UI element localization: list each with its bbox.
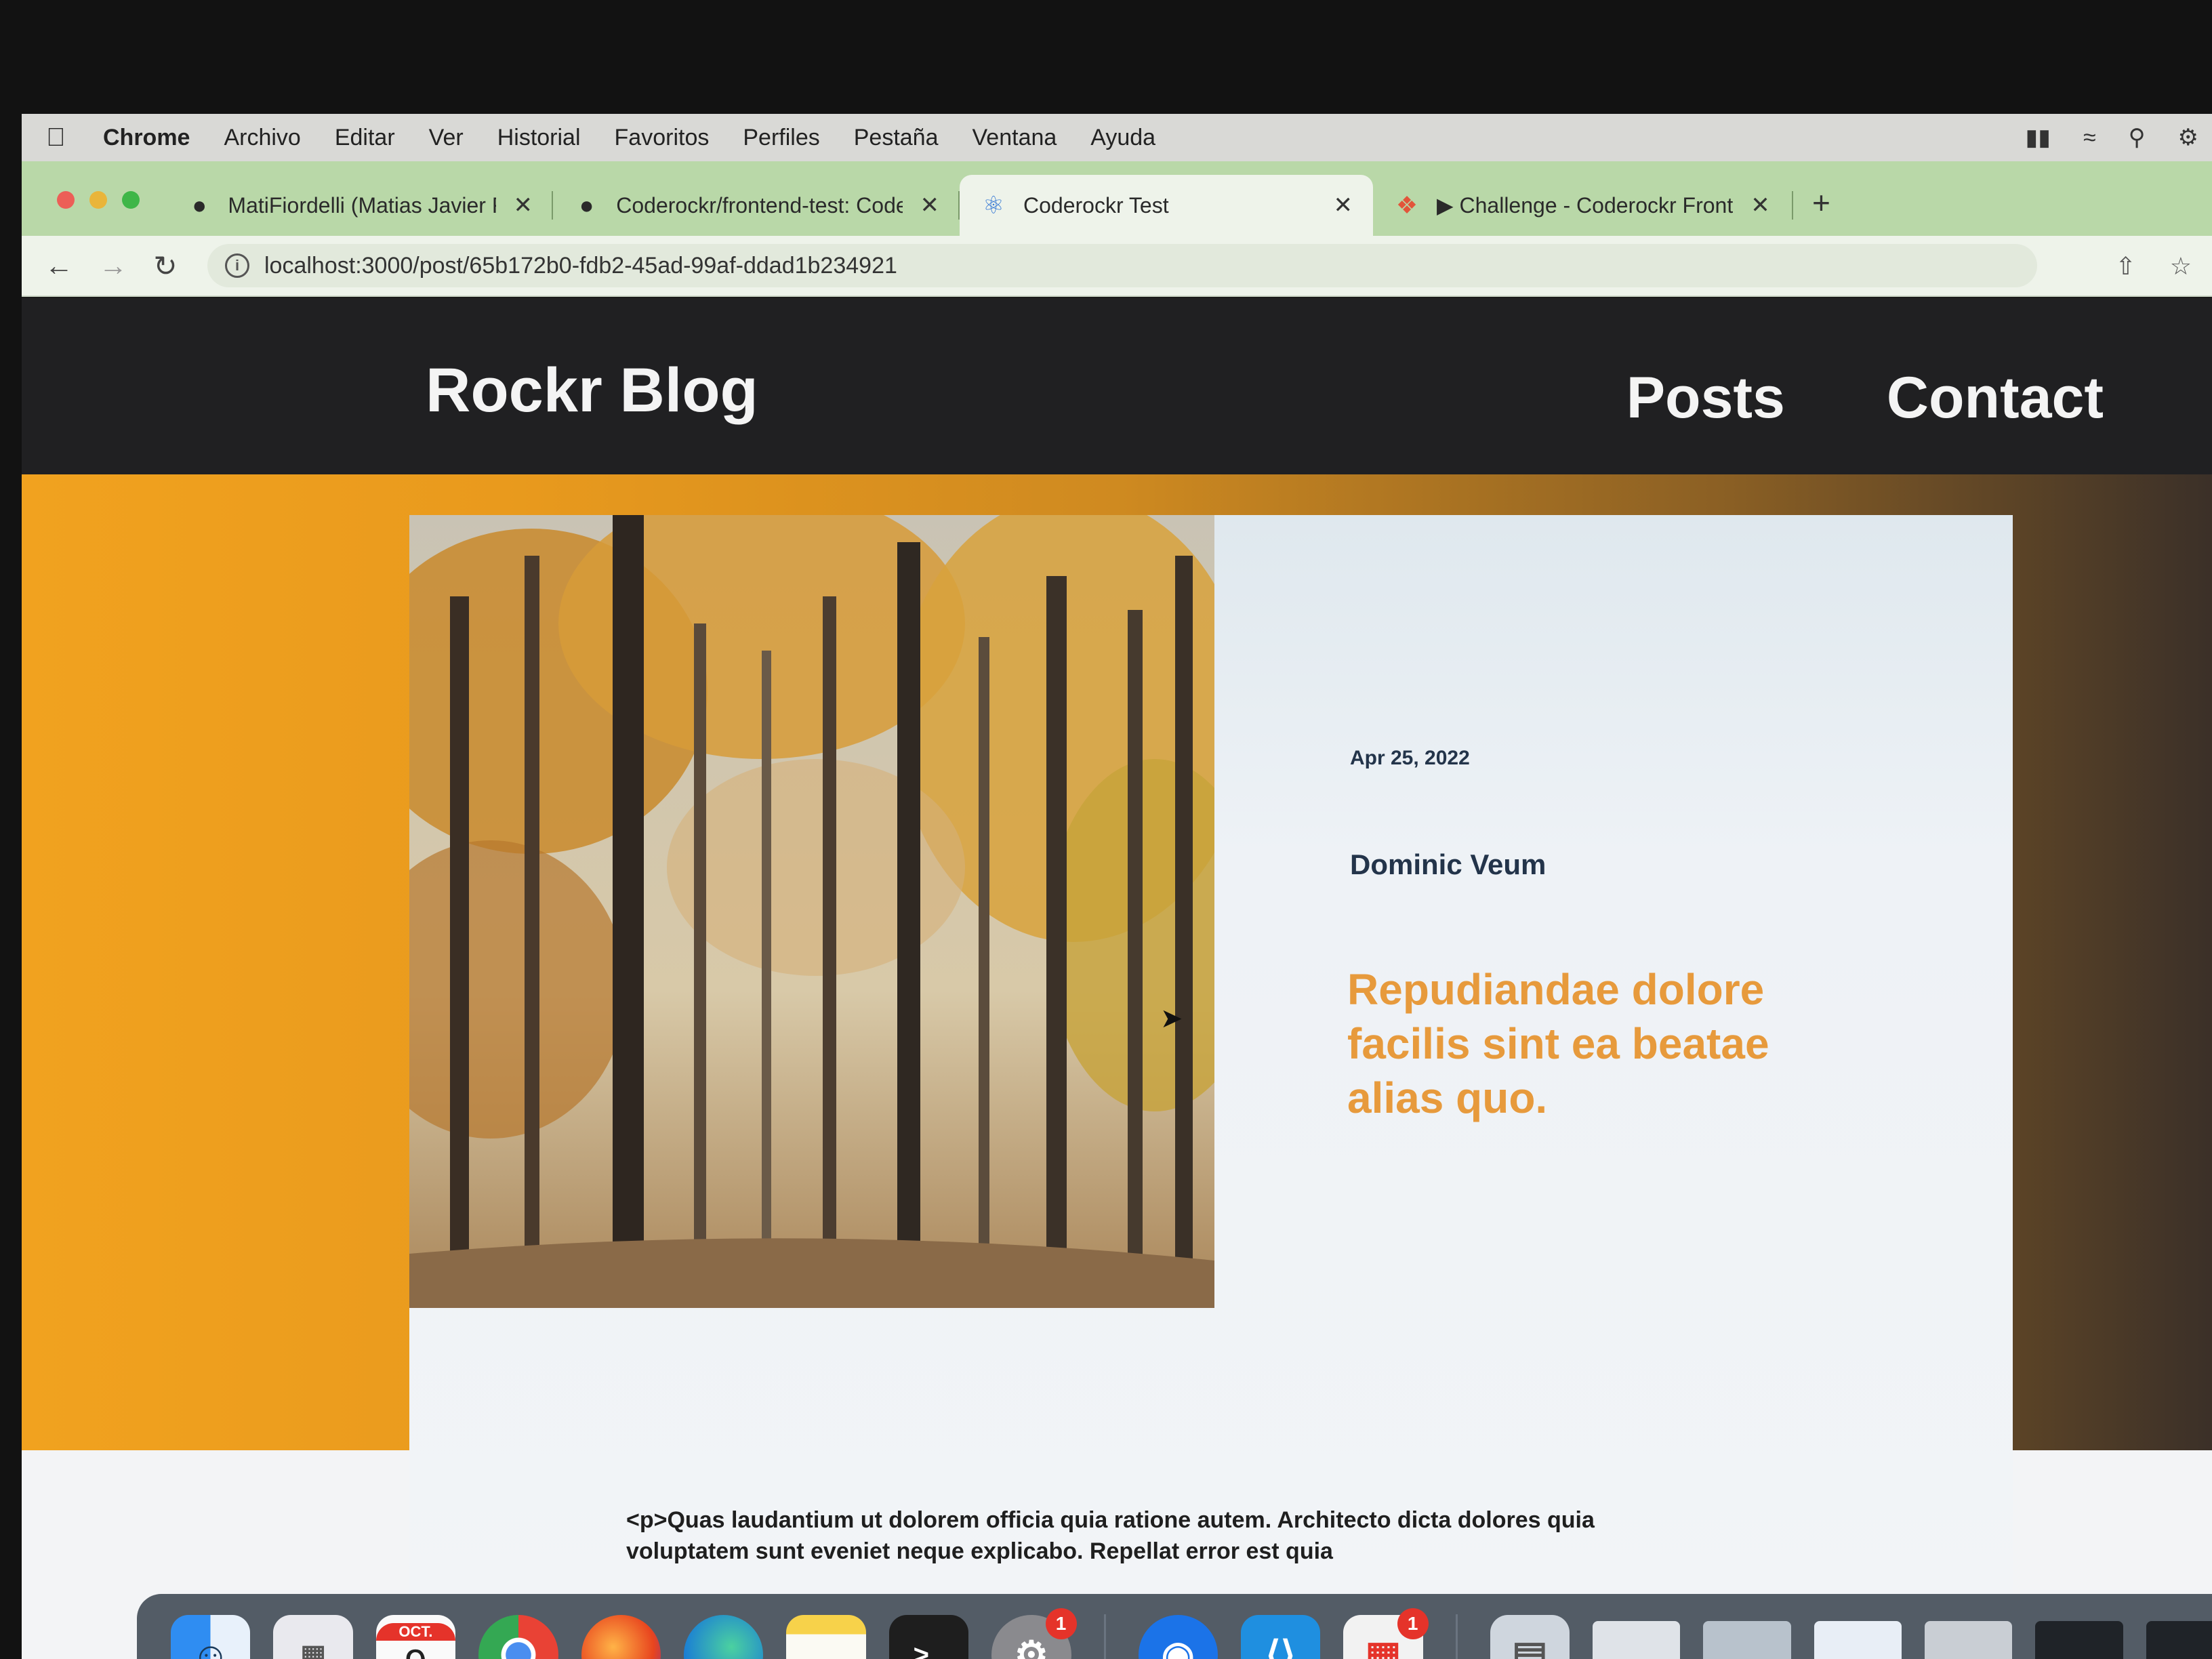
close-window-button[interactable] <box>57 191 75 209</box>
notes-icon[interactable] <box>786 1615 866 1659</box>
tab-label: MatiFiordelli (Matias Javier Fio <box>228 192 496 218</box>
calendar-icon[interactable]: OCT. 9 <box>375 1615 456 1659</box>
node-window-thumbnail[interactable]: node <box>2146 1621 2212 1659</box>
window-controls <box>22 191 167 236</box>
control-center-icon[interactable]: ⚙ <box>2178 124 2198 151</box>
reload-icon[interactable]: ↻ <box>153 249 178 283</box>
apple-icon[interactable]:  <box>46 123 73 152</box>
forest-image <box>409 515 1214 1308</box>
dock-divider <box>1455 1614 1458 1659</box>
system-settings-icon[interactable]: ⚙ 1 <box>991 1608 1077 1659</box>
menu-favoritos[interactable]: Favoritos <box>615 125 710 151</box>
forward-arrow-icon[interactable]: → <box>99 249 127 282</box>
post-date: Apr 25, 2022 <box>1350 747 1470 769</box>
tab-coderockr-test[interactable]: ⚛ Coderockr Test ✕ <box>960 175 1373 236</box>
battery-icon[interactable]: ▮▮ <box>2026 124 2051 151</box>
notification-badge: 1 <box>1397 1608 1429 1639</box>
wifi-icon[interactable]: ≈ <box>2083 125 2096 151</box>
calendar-month: OCT. <box>375 1622 456 1641</box>
window-thumbnail[interactable] <box>1814 1621 1902 1659</box>
tab-figma-challenge[interactable]: ❖ ▶ Challenge - Coderockr Front ✕ <box>1373 175 1793 236</box>
menu-historial[interactable]: Historial <box>497 125 581 151</box>
tab-github-repo[interactable]: ● Coderockr/frontend-test: Code ✕ <box>553 175 960 236</box>
post-card: Apr 25, 2022 Dominic Veum Repudiandae do… <box>409 515 2013 1659</box>
bookmark-star-icon[interactable]: ☆ <box>2170 252 2192 281</box>
tab-label: ▶ Challenge - Coderockr Front <box>1437 193 1734 218</box>
github-icon: ● <box>579 191 594 219</box>
url-text: localhost:3000/post/65b172b0-fdb2-45ad-9… <box>264 252 897 279</box>
launchpad-icon[interactable]: ▦ <box>273 1615 353 1659</box>
menu-ayuda[interactable]: Ayuda <box>1090 125 1155 151</box>
tab-strip: ● MatiFiordelli (Matias Javier Fio ✕ ● C… <box>22 161 2212 236</box>
address-bar[interactable]: i localhost:3000/post/65b172b0-fdb2-45ad… <box>207 244 2037 287</box>
back-arrow-icon[interactable]: ← <box>45 249 73 282</box>
nav-contact-link[interactable]: Contact <box>1887 365 2104 432</box>
vscode-icon[interactable]: ⟨⟩ <box>1240 1615 1321 1659</box>
site-header: Rockr Blog Posts Contact <box>22 298 2212 474</box>
status-icons: ▮▮ ≈ ⚲ ⚙ <box>2026 114 2198 161</box>
spotlight-search-icon[interactable]: ⚲ <box>2129 124 2146 151</box>
close-icon[interactable]: ✕ <box>514 192 533 219</box>
post-author: Dominic Veum <box>1350 848 1547 880</box>
close-icon[interactable]: ✕ <box>1334 192 1353 219</box>
zoom-window-button[interactable] <box>122 191 140 209</box>
close-icon[interactable]: ✕ <box>1750 192 1770 219</box>
calendar-day: 9 <box>405 1641 427 1659</box>
terminal-icon[interactable]: >_ <box>888 1615 969 1659</box>
downloads-folder-icon[interactable]: ▤ <box>1490 1615 1570 1659</box>
dock-divider <box>1103 1614 1106 1659</box>
screen:  Chrome Archivo Editar Ver Historial Fa… <box>22 114 2212 1659</box>
finder-icon[interactable]: ☺ <box>171 1615 251 1659</box>
site-logo[interactable]: Rockr Blog <box>426 355 758 426</box>
window-thumbnail[interactable] <box>1593 1621 1681 1659</box>
window-thumbnail[interactable] <box>2035 1621 2123 1659</box>
post-image <box>409 515 1214 1308</box>
tab-github-profile[interactable]: ● MatiFiordelli (Matias Javier Fio ✕ <box>167 175 553 236</box>
new-tab-button[interactable]: + <box>1793 184 1830 236</box>
nav-posts-link[interactable]: Posts <box>1626 365 1785 432</box>
github-icon: ● <box>192 191 207 219</box>
window-thumbnail[interactable] <box>1925 1621 2013 1659</box>
minimize-window-button[interactable] <box>89 191 107 209</box>
site-info-icon[interactable]: i <box>225 253 249 278</box>
location-app-icon[interactable]: ◉ <box>1138 1615 1218 1659</box>
web-page: Rockr Blog Posts Contact Apr 25, 2022 Do… <box>22 298 2212 1659</box>
figma-icon: ❖ <box>1395 191 1418 219</box>
close-icon[interactable]: ✕ <box>920 192 940 219</box>
notification-badge: 1 <box>1045 1608 1077 1639</box>
react-icon: ⚛ <box>982 191 1005 219</box>
post-body: <p>Quas laudantium ut dolorem officia qu… <box>626 1507 1595 1564</box>
menu-archivo[interactable]: Archivo <box>224 125 300 151</box>
toolbar-actions: ⇧ ☆ <box>2116 252 2192 281</box>
share-icon[interactable]: ⇧ <box>2116 252 2136 281</box>
dock: ☺ ▦ OCT. 9 >_ ⚙1 ◉ ⟨⟩ ▦1 ▤ node <box>137 1594 2212 1659</box>
tab-label: Coderockr/frontend-test: Code <box>616 192 903 218</box>
menu-perfiles[interactable]: Perfiles <box>743 125 819 151</box>
mouse-cursor-icon: ➤ <box>1160 1004 1183 1033</box>
menu-ventana[interactable]: Ventana <box>972 125 1057 151</box>
menu-pestana[interactable]: Pestaña <box>854 125 939 151</box>
tab-label: Coderockr Test <box>1023 192 1169 218</box>
site-nav: Posts Contact <box>1626 365 2104 432</box>
menu-ver[interactable]: Ver <box>429 125 464 151</box>
edge-icon[interactable] <box>683 1615 764 1659</box>
menu-editar[interactable]: Editar <box>335 125 395 151</box>
post-title: Repudiandae dolore facilis sint ea beata… <box>1347 965 1769 1122</box>
menu-app-name[interactable]: Chrome <box>103 125 190 151</box>
firefox-icon[interactable] <box>581 1615 661 1659</box>
app-store-icon[interactable]: ▦ 1 <box>1343 1608 1429 1659</box>
browser-toolbar: ← → ↻ i localhost:3000/post/65b172b0-fdb… <box>22 236 2212 297</box>
window-thumbnail[interactable] <box>1703 1621 1791 1659</box>
menu-bar:  Chrome Archivo Editar Ver Historial Fa… <box>22 114 2212 161</box>
chrome-icon[interactable] <box>478 1615 558 1659</box>
